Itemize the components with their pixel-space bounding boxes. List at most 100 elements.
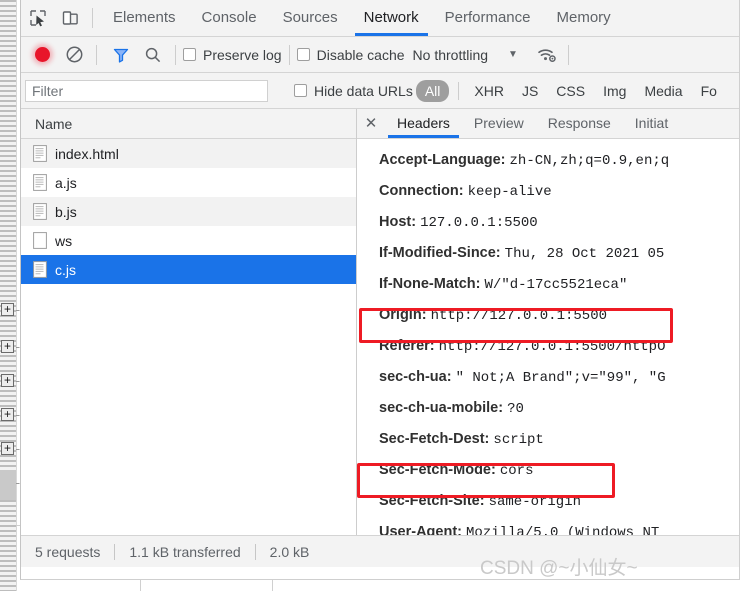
hide-data-urls-checkbox[interactable]: Hide data URLs bbox=[294, 83, 413, 99]
header-name: Host: bbox=[379, 214, 417, 230]
devtools-window: Elements Console Sources Network Perform… bbox=[20, 0, 740, 580]
toolbar-separator bbox=[96, 44, 97, 65]
header-row-sec-ch-ua: sec-ch-ua: " Not;A Brand";v="99", "G bbox=[357, 362, 739, 393]
blank-document-icon bbox=[33, 232, 47, 249]
header-row-user-agent: User-Agent: Mozilla/5.0 (Windows NT bbox=[357, 517, 739, 535]
request-name: ws bbox=[55, 232, 73, 249]
tree-expander-icon[interactable]: + bbox=[1, 408, 14, 421]
request-row-index-html[interactable]: index.html bbox=[21, 139, 356, 168]
tab-performance[interactable]: Performance bbox=[432, 0, 544, 36]
header-value: W/"d-17cc5521eca" bbox=[484, 277, 628, 293]
request-row-ws[interactable]: ws bbox=[21, 226, 356, 255]
request-name: c.js bbox=[55, 261, 76, 278]
tab-elements[interactable]: Elements bbox=[100, 0, 189, 36]
header-row-referer: Referer: http://127.0.0.1:5500/httpO bbox=[357, 331, 739, 362]
detail-tab-response[interactable]: Response bbox=[536, 109, 623, 138]
network-settings-wifi-icon[interactable] bbox=[532, 41, 562, 69]
header-value: script bbox=[493, 432, 544, 448]
header-row-if-none-match: If-None-Match: W/"d-17cc5521eca" bbox=[357, 269, 739, 300]
header-value: " Not;A Brand";v="99", "G bbox=[455, 370, 666, 386]
checkbox-box bbox=[296, 48, 310, 61]
close-icon[interactable]: ✕ bbox=[357, 109, 385, 138]
disable-cache-label: Disable cache bbox=[316, 46, 405, 63]
status-request-count: 5 requests bbox=[35, 543, 101, 560]
toolbar-separator bbox=[458, 81, 460, 100]
tab-memory[interactable]: Memory bbox=[544, 0, 624, 36]
request-row-a-js[interactable]: a.js bbox=[21, 168, 356, 197]
header-name: Sec-Fetch-Site: bbox=[379, 493, 485, 509]
header-name: Connection: bbox=[379, 183, 464, 199]
type-filter-js[interactable]: JS bbox=[516, 81, 544, 101]
header-name: sec-ch-ua-mobile: bbox=[379, 400, 504, 416]
network-controls-toolbar: Preserve log Disable cache No throttling… bbox=[21, 37, 739, 73]
record-button[interactable] bbox=[27, 41, 57, 69]
header-value: Mozilla/5.0 (Windows NT bbox=[466, 525, 660, 535]
request-row-b-js[interactable]: b.js bbox=[21, 197, 356, 226]
clear-button[interactable] bbox=[59, 41, 89, 69]
type-filter-xhr[interactable]: XHR bbox=[468, 81, 510, 101]
header-row-origin: Origin: http://127.0.0.1:5500 bbox=[357, 300, 739, 331]
toolbar-separator bbox=[567, 44, 569, 65]
type-filter-font[interactable]: Fo bbox=[695, 81, 723, 101]
inspect-element-icon[interactable] bbox=[23, 4, 53, 32]
document-icon bbox=[33, 203, 47, 220]
toolbar-separator bbox=[175, 44, 176, 65]
request-headers-list: Accept-Language: zh-CN,zh;q=0.9,en;q Con… bbox=[357, 139, 739, 535]
tree-expander-icon[interactable]: + bbox=[1, 340, 14, 353]
type-filter-all[interactable]: All bbox=[415, 79, 450, 102]
detail-tab-preview[interactable]: Preview bbox=[462, 109, 536, 138]
detail-tab-initiator[interactable]: Initiat bbox=[623, 109, 680, 138]
header-value: http://127.0.0.1:5500/httpO bbox=[438, 339, 666, 355]
header-row-sec-fetch-dest: Sec-Fetch-Dest: script bbox=[357, 424, 739, 455]
chevron-down-icon[interactable]: ▼ bbox=[508, 49, 518, 60]
background-scrollbar-thumb[interactable] bbox=[0, 470, 16, 500]
header-value: cors bbox=[499, 463, 534, 479]
tree-expander-icon[interactable]: + bbox=[1, 303, 14, 316]
request-list-column-header[interactable]: Name bbox=[21, 109, 356, 139]
tree-expander-icon[interactable]: + bbox=[1, 374, 14, 387]
header-row-if-modified-since: If-Modified-Since: Thu, 28 Oct 2021 05 bbox=[357, 238, 739, 269]
tab-console[interactable]: Console bbox=[189, 0, 270, 36]
hide-data-urls-label: Hide data URLs bbox=[314, 82, 413, 99]
header-value: zh-CN,zh;q=0.9,en;q bbox=[509, 153, 670, 169]
detail-tab-headers[interactable]: Headers bbox=[385, 109, 462, 138]
header-name: Sec-Fetch-Mode: bbox=[379, 462, 496, 478]
network-status-bar: 5 requests 1.1 kB transferred 2.0 kB bbox=[21, 535, 739, 567]
preserve-log-checkbox[interactable]: Preserve log bbox=[183, 47, 282, 63]
header-name: Referer: bbox=[379, 338, 435, 354]
tab-network[interactable]: Network bbox=[351, 0, 432, 36]
header-value: ?0 bbox=[507, 401, 524, 417]
background-editor-gutter bbox=[0, 0, 17, 591]
header-row-host: Host: 127.0.0.1:5500 bbox=[357, 207, 739, 238]
disable-cache-checkbox[interactable]: Disable cache bbox=[296, 46, 405, 63]
filter-icon[interactable] bbox=[106, 41, 136, 69]
header-value: same-origin bbox=[488, 494, 582, 510]
tab-sources[interactable]: Sources bbox=[270, 0, 351, 36]
search-icon[interactable] bbox=[138, 41, 168, 69]
network-filter-bar: Hide data URLs All XHR JS CSS Img Media … bbox=[21, 73, 739, 109]
header-row-sec-fetch-mode: Sec-Fetch-Mode: cors bbox=[357, 455, 739, 486]
request-name: b.js bbox=[55, 203, 77, 220]
type-filter-media[interactable]: Media bbox=[638, 81, 688, 101]
request-row-c-js[interactable]: c.js bbox=[21, 255, 356, 284]
network-split-view: Name index.html a.js b.js ws c.js ✕ Head… bbox=[21, 109, 739, 535]
request-details-pane: ✕ Headers Preview Response Initiat Accep… bbox=[357, 109, 739, 535]
request-list-pane: Name index.html a.js b.js ws c.js bbox=[21, 109, 357, 535]
header-name: If-Modified-Since: bbox=[379, 245, 501, 261]
header-name: Accept-Language: bbox=[379, 152, 506, 168]
toolbar-separator bbox=[288, 44, 290, 65]
status-separator bbox=[254, 543, 256, 560]
devtools-main-tabbar: Elements Console Sources Network Perform… bbox=[21, 0, 739, 37]
header-name: Origin: bbox=[379, 307, 427, 323]
type-filter-css[interactable]: CSS bbox=[550, 81, 591, 101]
status-transferred: 1.1 kB transferred bbox=[129, 543, 241, 560]
header-row-sec-ch-ua-mobile: sec-ch-ua-mobile: ?0 bbox=[357, 393, 739, 424]
document-icon bbox=[33, 174, 47, 191]
filter-input[interactable] bbox=[25, 79, 268, 102]
tree-expander-icon[interactable]: + bbox=[1, 442, 14, 455]
checkbox-box bbox=[183, 48, 196, 61]
device-toolbar-icon[interactable] bbox=[55, 4, 85, 32]
throttling-select[interactable]: No throttling bbox=[413, 47, 488, 63]
header-value: Thu, 28 Oct 2021 05 bbox=[504, 246, 665, 262]
type-filter-img[interactable]: Img bbox=[597, 81, 632, 101]
